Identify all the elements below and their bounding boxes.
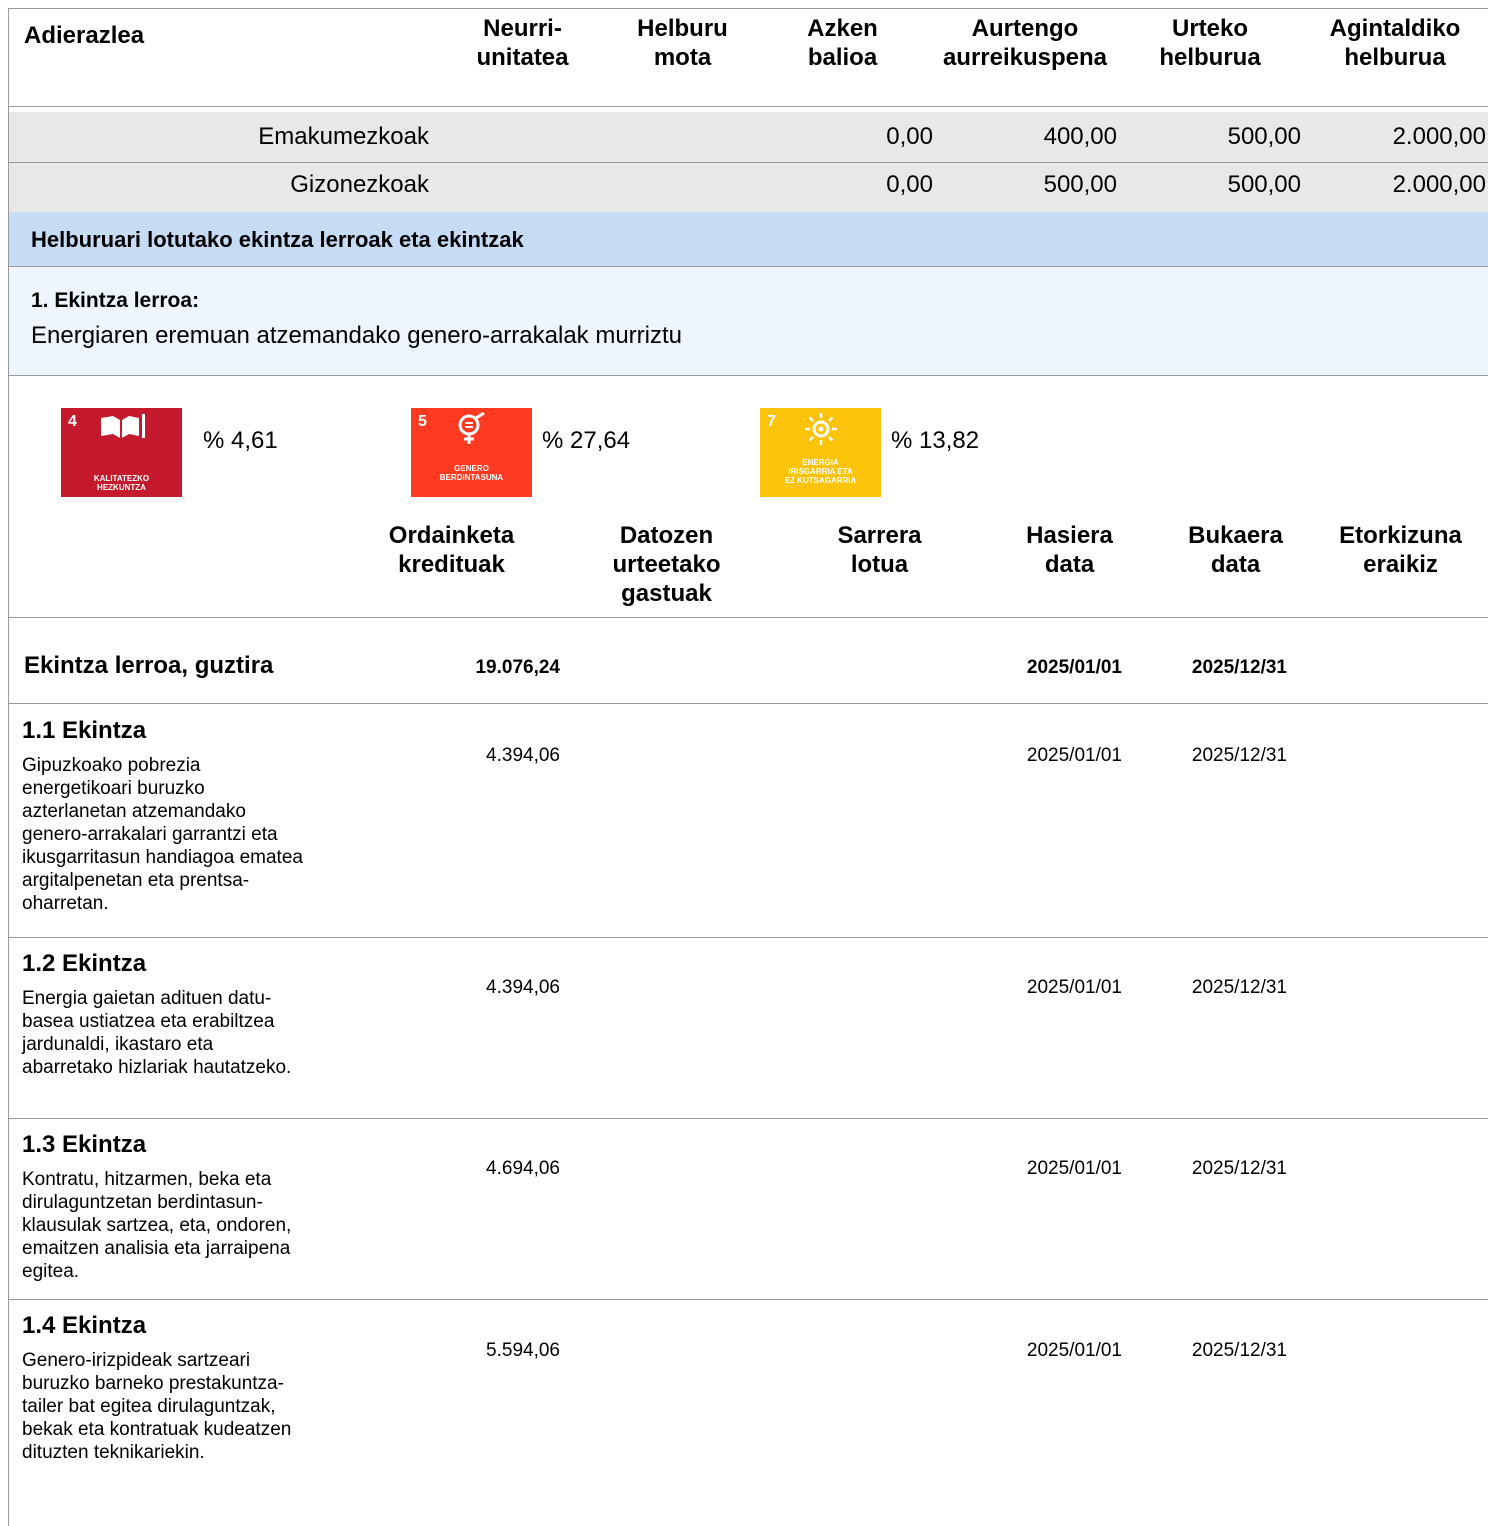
action-description: Energia gaietan adituen datu-basea ustia… [22,988,292,1078]
divider [9,937,1488,938]
header-hasiera-data: Hasiera data [1026,522,1113,578]
agintaldiko-value: 2.000,00 [1392,171,1486,198]
gender-equality-icon [458,412,485,444]
action-hasiera: 2025/01/01 [1026,1158,1122,1179]
total-bukaera: 2025/12/31 [1191,657,1287,678]
row-label: Emakumezkoak [258,123,429,150]
total-label: Ekintza lerroa, guztira [24,652,274,679]
header-ordainketa-kredituak: Ordainketa kredituak [388,522,515,578]
action-title: 1.2 Ekintza [22,950,147,977]
header-adierazlea: Adierazlea [24,22,145,49]
action-bukaera: 2025/12/31 [1191,745,1287,766]
header-aurtengo-aurreikuspena: Aurtengo aurreikuspena [942,15,1108,71]
divider [9,1118,1488,1119]
action-hasiera: 2025/01/01 [1026,977,1122,998]
sun-icon [805,413,837,445]
sdg-number: 5 [418,413,427,430]
book-icon [101,414,145,438]
sdg-caption: KALITATEZKO HEZKUNTZA [93,474,150,492]
section-header: Helburuari lotutako ekintza lerroak eta … [9,212,1488,266]
urteko-value: 500,00 [1227,171,1301,198]
table-row: Emakumezkoak 0,00 400,00 500,00 2.000,00 [9,112,1488,162]
sdg-caption: ENERGIA IRISGARRIA ETA EZ KUTSAGARRIA [784,458,857,485]
divider [9,375,1488,376]
divider [9,703,1488,704]
header-agintaldiko-helburua: Agintaldiko helburua [1329,15,1461,71]
action-title: 1.4 Ekintza [22,1312,147,1339]
action-bukaera: 2025/12/31 [1191,977,1287,998]
action-bukaera: 2025/12/31 [1191,1340,1287,1361]
action-ordainketa: 4.694,06 [486,1158,560,1179]
table-frame-top [8,8,1488,9]
sdg-caption: GENERO BERDINTASUNA [439,464,504,482]
section-title: Helburuari lotutako ekintza lerroak eta … [31,227,524,252]
action-title: 1.1 Ekintza [22,717,147,744]
header-datozen-gastuak: Datozen urteetako gastuak [612,522,721,607]
sdg-5-tile: 5 GENERO BERDINTASUNA [411,408,532,497]
action-ordainketa: 5.594,06 [486,1340,560,1361]
action-hasiera: 2025/01/01 [1026,1340,1122,1361]
action-description: Genero-irizpideak sartzeari buruzko barne… [22,1350,292,1463]
header-neurri-unitatea: Neurri-unitatea [476,15,569,71]
action-hasiera: 2025/01/01 [1026,745,1122,766]
action-description: Kontratu, hitzarmen, beka eta dirulaguntz… [22,1169,292,1282]
header-urteko-helburua: Urteko helburua [1159,15,1261,71]
action-line-description: Energiaren eremuan atzemandako genero-ar… [31,322,682,349]
sdg-4-percent: % 4,61 [203,427,278,454]
header-etorkizuna-eraikiz: Etorkizuna eraikiz [1339,522,1462,578]
azken-value: 0,00 [886,123,933,150]
sdg-7-tile: 7 ENERGIA IRISGARRIA ETA EZ KUTSAGARRIA [760,408,881,497]
agintaldiko-value: 2.000,00 [1392,123,1486,150]
divider [9,617,1488,618]
action-line-heading: 1. Ekintza lerroa: [31,289,200,312]
row-label: Gizonezkoak [290,171,429,198]
aurtengo-value: 500,00 [1043,171,1117,198]
sdg-4-tile: 4 KALITATEZKO HEZKUNTZA [61,408,182,497]
urteko-value: 500,00 [1227,123,1301,150]
sdg-number: 7 [767,413,776,430]
aurtengo-value: 400,00 [1043,123,1117,150]
total-hasiera: 2025/01/01 [1026,657,1122,678]
header-sarrera-lotua: Sarrera lotua [837,522,922,578]
azken-value: 0,00 [886,171,933,198]
header-helburu-mota: Helburu mota [637,15,728,71]
sdg-5-percent: % 27,64 [542,427,631,454]
header-azken-balioa: Azken balioa [807,15,878,71]
divider [9,106,1488,107]
action-title: 1.3 Ekintza [22,1131,147,1158]
action-description: Gipuzkoako pobrezia energetikoari buruzko… [22,755,303,914]
header-bukaera-data: Bukaera data [1188,522,1283,578]
divider [9,1299,1488,1300]
sdg-number: 4 [68,413,77,430]
table-row: Gizonezkoak 0,00 500,00 500,00 2.000,00 [9,163,1488,212]
action-line-band: 1. Ekintza lerroa: Energiaren eremuan at… [9,267,1488,375]
action-bukaera: 2025/12/31 [1191,1158,1287,1179]
action-ordainketa: 4.394,06 [486,977,560,998]
sdg-7-percent: % 13,82 [891,427,980,454]
action-ordainketa: 4.394,06 [486,745,560,766]
total-ordainketa: 19.076,24 [475,657,560,678]
